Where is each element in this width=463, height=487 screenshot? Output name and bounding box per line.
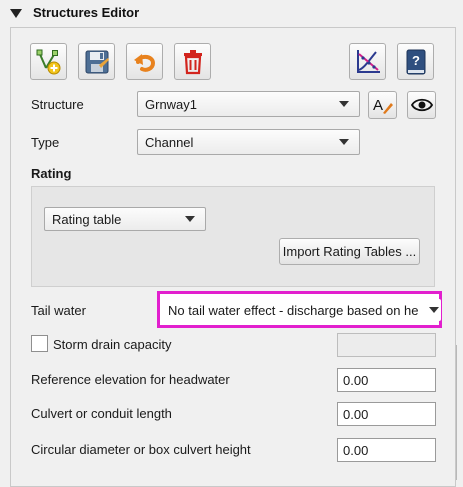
svg-text:?: ?	[412, 53, 420, 68]
undo-button[interactable]	[126, 43, 163, 80]
rename-text-icon: A	[373, 97, 393, 114]
field-label-reference-elevation: Reference elevation for headwater	[31, 372, 230, 387]
reference-elevation-input[interactable]: 0.00	[337, 368, 436, 392]
tail-water-label: Tail water	[31, 303, 86, 318]
chevron-down-icon	[185, 216, 195, 222]
chevron-down-icon	[429, 307, 439, 313]
storm-drain-capacity-input[interactable]	[337, 333, 436, 357]
save-disk-icon	[85, 50, 109, 73]
tail-water-select[interactable]: No tail water effect - discharge based o…	[163, 299, 441, 321]
add-structure-button[interactable]	[30, 43, 67, 80]
panel-header[interactable]: Structures Editor	[0, 0, 463, 27]
rating-mode-value: Rating table	[52, 211, 122, 227]
help-button[interactable]: ?	[397, 43, 434, 80]
eye-icon	[410, 98, 433, 112]
storm-drain-label: Storm drain capacity	[53, 337, 172, 352]
collapse-triangle-icon[interactable]	[10, 9, 22, 18]
field-label-culvert-length: Culvert or conduit length	[31, 406, 172, 421]
type-select[interactable]: Channel	[137, 129, 360, 155]
structure-select-value: Grnway1	[145, 96, 198, 112]
rating-curve-plot-icon	[356, 49, 380, 73]
save-button[interactable]	[78, 43, 115, 80]
visibility-button[interactable]	[407, 91, 436, 119]
rating-section-title: Rating	[31, 166, 72, 181]
tail-water-highlight: No tail water effect - discharge based o…	[157, 291, 442, 328]
rating-mode-select[interactable]: Rating table	[44, 207, 206, 231]
svg-text:A: A	[373, 97, 383, 114]
scroll-divider	[456, 345, 457, 480]
type-select-value: Channel	[145, 134, 194, 150]
trash-icon	[183, 49, 202, 74]
structure-select[interactable]: Grnway1	[137, 91, 360, 117]
circular-diameter-input[interactable]: 0.00	[337, 438, 436, 462]
field-label-circular-diameter: Circular diameter or box culvert height	[31, 442, 251, 457]
panel-title: Structures Editor	[33, 5, 140, 20]
add-structure-icon	[36, 49, 60, 74]
storm-drain-checkbox[interactable]	[31, 335, 48, 352]
chevron-down-icon	[339, 139, 349, 145]
rating-group	[31, 186, 435, 287]
type-label: Type	[31, 135, 60, 150]
rating-plot-button[interactable]	[349, 43, 386, 80]
help-book-icon: ?	[406, 49, 425, 74]
culvert-length-input[interactable]: 0.00	[337, 402, 436, 426]
undo-arrow-icon	[133, 53, 155, 72]
structure-label: Structure	[31, 97, 84, 112]
delete-button[interactable]	[174, 43, 211, 80]
tail-water-select-value: No tail water effect - discharge based o…	[168, 302, 419, 318]
chevron-down-icon	[339, 101, 349, 107]
import-rating-tables-button[interactable]: Import Rating Tables ...	[279, 238, 420, 265]
rename-structure-button[interactable]: A	[368, 91, 397, 119]
